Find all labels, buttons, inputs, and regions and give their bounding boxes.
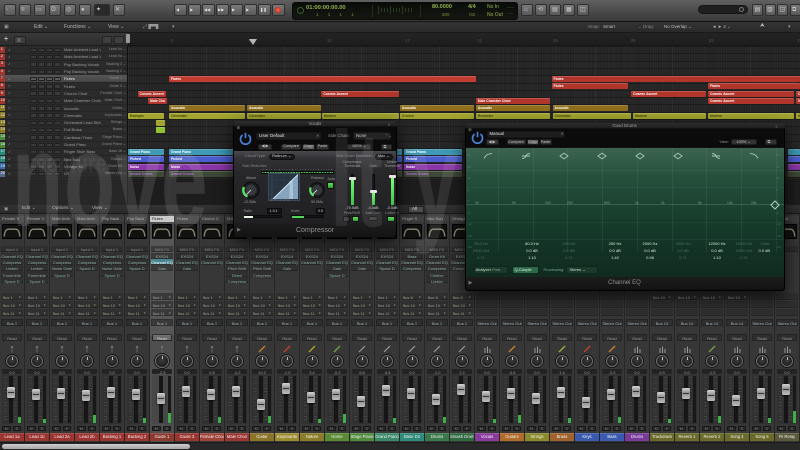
svg-text:-50 -40 -30 -20 -10: -50 -40 -30 -20 -10 xyxy=(270,198,290,201)
